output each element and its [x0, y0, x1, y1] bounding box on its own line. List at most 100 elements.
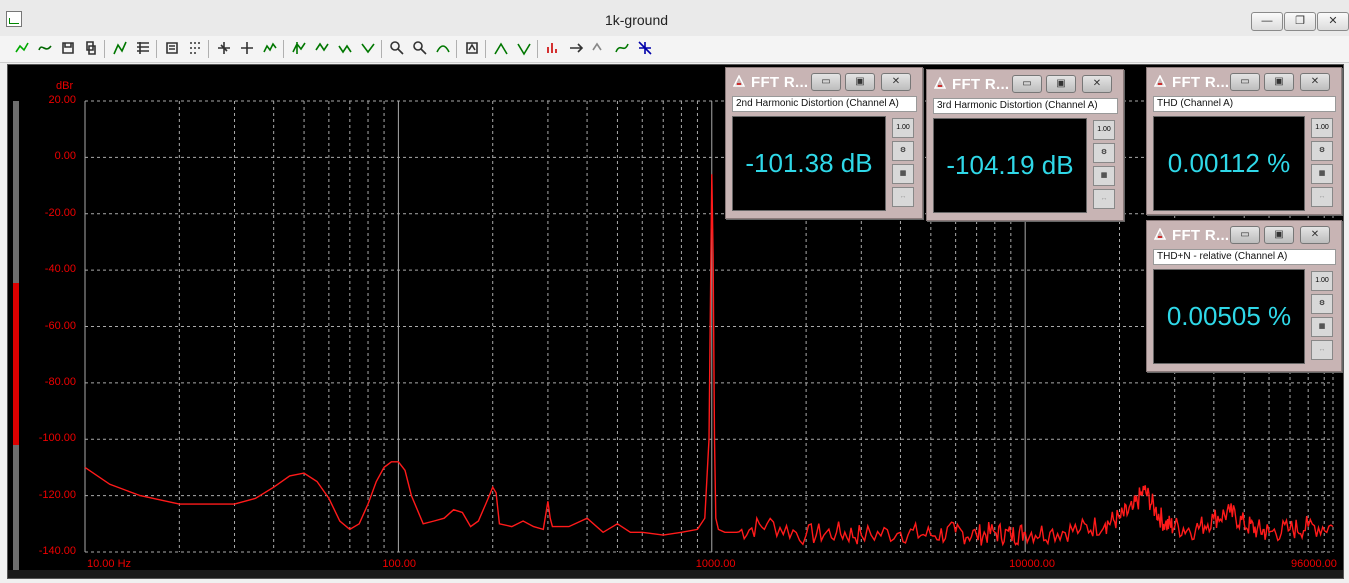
measurement-value: -104.19 dB	[946, 150, 1074, 180]
toolbar-separator	[156, 40, 157, 58]
settings-icon[interactable]	[164, 40, 180, 56]
zoom-x-icon[interactable]	[389, 40, 405, 56]
graph-icon[interactable]	[112, 40, 128, 56]
format-icon[interactable]: 1.00	[1093, 120, 1115, 140]
panel-header[interactable]: FFT R... ▭ ▣ ✕	[729, 71, 919, 95]
panel-logo-icon	[733, 75, 745, 87]
y-tick-label: 20.00	[48, 94, 76, 106]
panel-close-button[interactable]: ✕	[881, 73, 911, 91]
y-tick-label: -20.00	[44, 206, 76, 219]
table-icon[interactable]	[135, 40, 151, 56]
panel-header[interactable]: FFT R... ▭ ▣ ✕	[930, 73, 1120, 97]
toolbar-separator	[456, 40, 457, 58]
y-tick-label: -60.00	[44, 319, 76, 332]
minimize-button[interactable]: —	[1251, 12, 1283, 31]
toolbar-separator	[283, 40, 284, 58]
panel-maximize-button[interactable]: ▣	[1264, 73, 1294, 91]
ref-icon[interactable]	[591, 40, 607, 56]
panel-subtitle: 3rd Harmonic Distortion (Channel A)	[933, 98, 1118, 114]
grid-icon[interactable]	[187, 40, 203, 56]
cursor2-icon[interactable]	[314, 40, 330, 56]
panel-title: FFT R...	[1172, 74, 1230, 91]
panel-header[interactable]: FFT R... ▭ ▣ ✕	[1150, 71, 1338, 95]
x-tick-label: 100.00	[382, 558, 417, 570]
fft-result-panel[interactable]: FFT R... ▭ ▣ ✕ 2nd Harmonic Distortion (Chan…	[725, 67, 923, 219]
panel-subtitle: THD (Channel A)	[1153, 96, 1336, 112]
panel-logo-icon	[1154, 228, 1166, 240]
expand-icon[interactable]: ↔	[892, 187, 914, 207]
expand-icon[interactable]: ↔	[1311, 187, 1333, 207]
fft-result-panel[interactable]: FFT R... ▭ ▣ ✕ 3rd Harmonic Distortion (Chan…	[926, 69, 1124, 221]
panel-close-button[interactable]: ✕	[1300, 226, 1330, 244]
measurement-value: 0.00505 %	[1166, 301, 1292, 331]
panel-title: FFT R...	[952, 76, 1010, 93]
panel-tools: 1.00 ⚙ ▦ ↔	[1093, 120, 1115, 212]
cursor3-icon[interactable]	[337, 40, 353, 56]
expand-icon[interactable]: ↔	[1093, 189, 1115, 209]
zoom-out-icon[interactable]	[239, 40, 255, 56]
panel-close-button[interactable]: ✕	[1300, 73, 1330, 91]
settings-icon[interactable]: ⚙	[1311, 141, 1333, 161]
zoom-in-icon[interactable]	[216, 40, 232, 56]
fft-graph[interactable]: dBr 20.00 0.00 -20.00 -40.00 -60.00 -80.00 -10…	[7, 64, 1344, 579]
y-tick-label: -100.00	[38, 432, 76, 445]
y-tick-label: -40.00	[44, 263, 76, 276]
analyzer-icon[interactable]	[464, 40, 480, 56]
sweep-icon[interactable]	[14, 40, 30, 56]
fit-icon[interactable]	[435, 40, 451, 56]
panel-minimize-button[interactable]: ▭	[811, 73, 841, 91]
plot-area[interactable]	[8, 65, 1343, 578]
panel-minimize-button[interactable]: ▭	[1012, 75, 1042, 93]
cursor-icon[interactable]	[291, 40, 307, 56]
format-icon[interactable]: 1.00	[1311, 118, 1333, 138]
x-tick-label: 96000.00	[1291, 558, 1337, 570]
close-button[interactable]: ✕	[1317, 12, 1349, 31]
cursor4-icon[interactable]	[360, 40, 376, 56]
settings-icon[interactable]: ⚙	[1093, 143, 1115, 163]
zoom-y-icon[interactable]	[412, 40, 428, 56]
table-icon[interactable]: ▦	[1311, 317, 1333, 337]
table-icon[interactable]: ▦	[892, 164, 914, 184]
compare-icon[interactable]	[614, 40, 630, 56]
x-tick-label: 10000.00	[1009, 558, 1056, 570]
arrow-icon[interactable]	[568, 40, 584, 56]
save-icon[interactable]	[60, 40, 76, 56]
panel-title: FFT R...	[1172, 227, 1230, 244]
fft-result-panel[interactable]: FFT R... ▭ ▣ ✕ THD (Channel A) 0.00112 % 1.00 ⚙…	[1146, 67, 1342, 215]
horizontal-scrollbar[interactable]	[8, 570, 1343, 578]
marker-icon[interactable]	[493, 40, 509, 56]
panel-minimize-button[interactable]: ▭	[1230, 226, 1260, 244]
panel-minimize-button[interactable]: ▭	[1230, 73, 1260, 91]
autoscale-icon[interactable]	[262, 40, 278, 56]
toolbar-separator	[485, 40, 486, 58]
expand-icon[interactable]: ↔	[1311, 340, 1333, 360]
panel-close-button[interactable]: ✕	[1082, 75, 1112, 93]
y-tick-label: -80.00	[44, 375, 76, 388]
table-icon[interactable]: ▦	[1093, 166, 1115, 186]
title-bar: 1k-ground — ❐ ✕	[0, 0, 1349, 37]
settings-icon[interactable]: ⚙	[892, 141, 914, 161]
y-tick-label: -140.00	[38, 545, 76, 557]
format-icon[interactable]: 1.00	[892, 118, 914, 138]
panel-maximize-button[interactable]: ▣	[845, 73, 875, 91]
table-icon[interactable]: ▦	[1311, 164, 1333, 184]
panel-title: FFT R...	[751, 74, 809, 91]
restore-button[interactable]: ❐	[1284, 12, 1316, 31]
panel-subtitle: 2nd Harmonic Distortion (Channel A)	[732, 96, 917, 112]
move-icon[interactable]	[637, 40, 653, 56]
generator-icon[interactable]	[37, 40, 53, 56]
fft-result-panel[interactable]: FFT R... ▭ ▣ ✕ THD+N - relative (Channel A) 0…	[1146, 220, 1342, 372]
settings-icon[interactable]: ⚙	[1311, 294, 1333, 314]
measurement-display: -104.19 dB	[933, 118, 1087, 213]
toolbar-separator	[537, 40, 538, 58]
panel-header[interactable]: FFT R... ▭ ▣ ✕	[1150, 224, 1338, 248]
bargraph-icon[interactable]	[545, 40, 561, 56]
marker2-icon[interactable]	[516, 40, 532, 56]
x-tick-label: 1000.00	[695, 558, 736, 570]
panel-maximize-button[interactable]: ▣	[1264, 226, 1294, 244]
copy-icon[interactable]	[83, 40, 99, 56]
format-icon[interactable]: 1.00	[1311, 271, 1333, 291]
measurement-value: 0.00112 %	[1167, 148, 1291, 178]
x-tick-label: 10.00 Hz	[87, 558, 132, 570]
panel-maximize-button[interactable]: ▣	[1046, 75, 1076, 93]
